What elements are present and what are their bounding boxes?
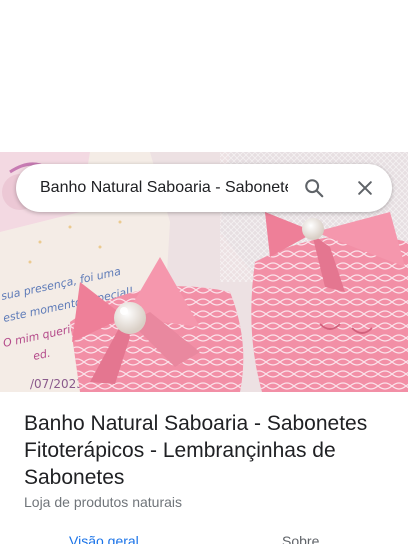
search-icon bbox=[305, 179, 324, 198]
place-category: Loja de produtos naturais bbox=[24, 494, 182, 510]
close-icon bbox=[358, 181, 372, 195]
tab-overview[interactable]: Visão geral bbox=[69, 532, 139, 544]
search-bar[interactable]: Banho Natural Saboaria - Sabonetes Fitot… bbox=[16, 164, 392, 212]
search-button[interactable] bbox=[302, 176, 326, 200]
clear-search-button[interactable] bbox=[353, 176, 377, 200]
tab-bar: Visão geral Sobre bbox=[0, 528, 408, 544]
blank-area bbox=[0, 0, 408, 152]
card-text-line: /07/2023 bbox=[30, 377, 84, 391]
place-title: Banho Natural Saboaria - Sabonetes Fitot… bbox=[24, 412, 368, 489]
tab-about[interactable]: Sobre bbox=[282, 532, 319, 544]
search-input[interactable]: Banho Natural Saboaria - Sabonetes Fitot… bbox=[40, 176, 288, 200]
